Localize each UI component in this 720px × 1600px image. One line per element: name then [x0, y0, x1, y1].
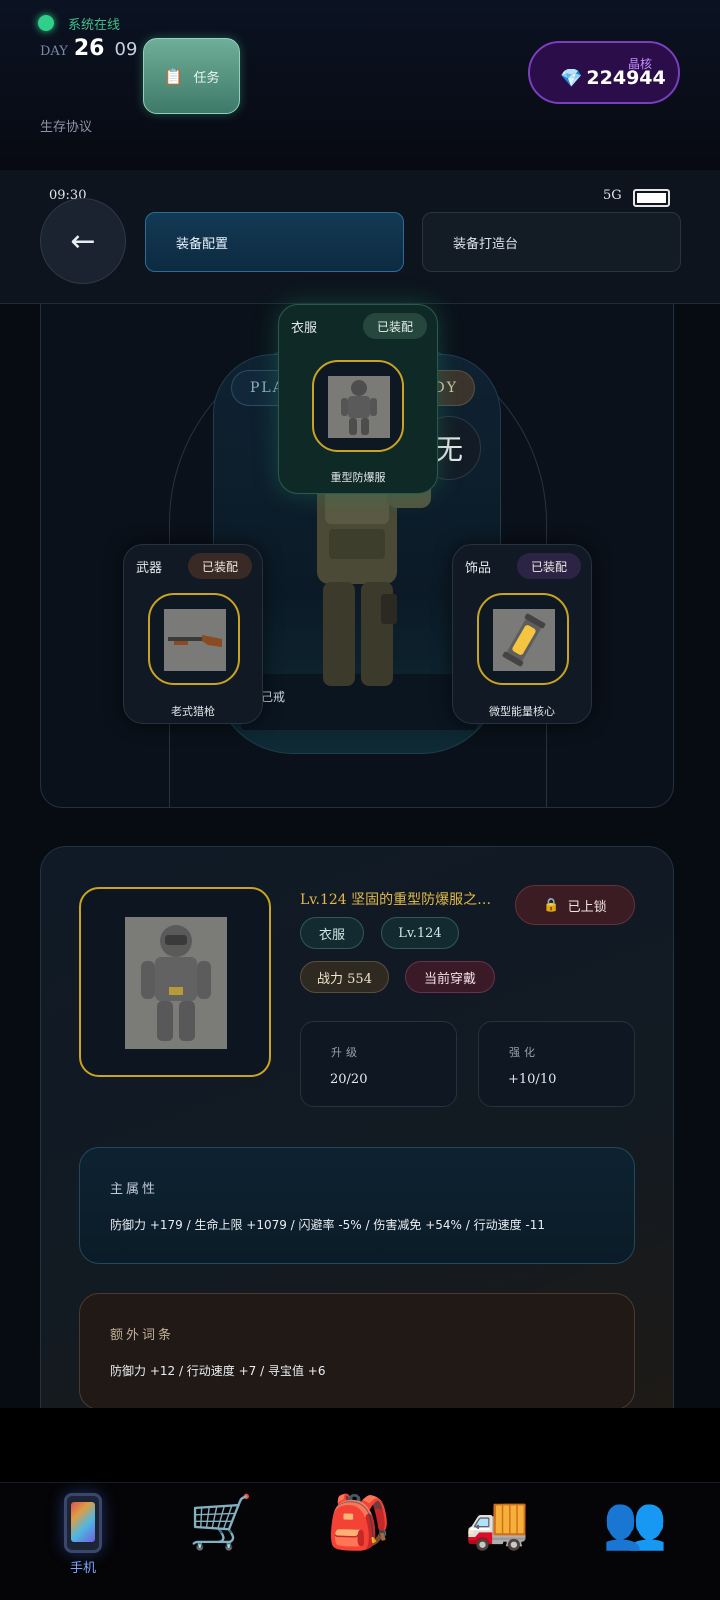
weapon-item-frame: [148, 593, 240, 685]
weapon-slot-card[interactable]: 武器 已装配 老式猎枪: [123, 544, 263, 724]
accessory-slot-card[interactable]: 饰品 已装配 微型能量核心: [452, 544, 592, 724]
battery-fill: [637, 193, 666, 203]
ring-slot-label: 己戒: [261, 690, 286, 704]
task-button[interactable]: 📋 任务: [143, 38, 240, 114]
accessory-item-frame: [477, 593, 569, 685]
lock-button[interactable]: 🔒 已上锁: [515, 885, 635, 925]
diamond-icon: 💎: [560, 67, 583, 89]
clothes-item-frame: [312, 360, 404, 452]
battery-icon: [633, 189, 670, 207]
survival-protocol-label: 生存协议: [40, 120, 93, 135]
clothes-slot-title: 衣服: [291, 321, 318, 336]
back-button[interactable]: ←: [40, 198, 126, 284]
network-indicator: 5G: [603, 188, 622, 203]
people-icon: 👥: [602, 1493, 668, 1553]
weapon-item-name: 老式猎枪: [171, 705, 215, 718]
accessory-item-name: 微型能量核心: [489, 705, 555, 718]
item-detail-panel: Lv.124 坚固的重型防爆服之… 🔒 已上锁 衣服 Lv.124 战力 554…: [40, 846, 674, 1416]
main-attributes-text: 防御力 +179 / 生命上限 +1079 / 闪避率 -5% / 伤害减免 +…: [110, 1218, 546, 1232]
clipboard-icon: 📋: [163, 66, 184, 86]
nav-item-backpack[interactable]: 🎒: [314, 1493, 404, 1553]
clothes-slot-card[interactable]: 衣服 已装配 重型防爆服: [278, 304, 438, 494]
nav-item-shop[interactable]: 🛒: [176, 1493, 266, 1553]
day-sub-number: 09: [114, 39, 138, 60]
clothes-item-name: 重型防爆服: [330, 471, 386, 484]
sub-header: 09:30 5G ← 装备配置 装备打造台: [0, 170, 720, 304]
backpack-icon: 🎒: [326, 1493, 392, 1553]
enhance-label: 强化: [509, 1046, 539, 1059]
character-figure: [317, 474, 431, 686]
bomb-suit-large-icon: [125, 917, 227, 1049]
top-status-area: 系统在线 DAY 26 09 生存协议 📋 任务 晶核 💎 224944: [0, 0, 720, 170]
bomb-suit-icon: [328, 376, 390, 438]
energy-core-icon: [493, 609, 555, 671]
weapon-slot-title: 武器: [136, 561, 163, 576]
upgrade-value: 20/20: [330, 1072, 368, 1087]
item-type-chip: 衣服: [300, 917, 364, 949]
lock-icon: 🔒: [543, 897, 560, 913]
shotgun-icon: [164, 609, 226, 671]
enhance-value: +10/10: [508, 1072, 557, 1087]
tab-equipment-config[interactable]: 装备配置: [145, 212, 404, 272]
item-preview-frame: [79, 887, 271, 1077]
day-counter: DAY 26 09: [40, 36, 137, 61]
item-title: Lv.124 坚固的重型防爆服之…: [300, 892, 490, 908]
online-status-text: 系统在线: [68, 18, 121, 33]
currency-display[interactable]: 晶核 💎 224944: [528, 41, 680, 104]
cart-icon: 🛒: [188, 1493, 254, 1553]
nav-item-transport[interactable]: 🚚: [452, 1493, 542, 1553]
lock-button-label: 已上锁: [567, 899, 607, 915]
extra-attributes-title: 额外词条: [110, 1328, 175, 1343]
online-status-dot: [38, 15, 54, 31]
back-arrow-icon: ←: [70, 223, 96, 259]
item-level-chip: Lv.124: [381, 917, 459, 949]
task-button-label: 任务: [193, 70, 220, 86]
bottom-spacer: [0, 1408, 720, 1482]
bottom-navigation: 手机 🛒 🎒 🚚 👥: [0, 1482, 720, 1600]
upgrade-stat-box[interactable]: 升级 20/20: [300, 1021, 457, 1107]
power-chip: 战力 554: [300, 961, 389, 993]
extra-attributes-box: 额外词条 防御力 +12 / 行动速度 +7 / 寻宝值 +6: [79, 1293, 635, 1410]
upgrade-label: 升级: [331, 1046, 361, 1059]
day-number: 26: [73, 36, 105, 61]
truck-icon: 🚚: [464, 1493, 530, 1553]
clothes-equipped-badge: 已装配: [362, 313, 427, 339]
tab-equipment-forge[interactable]: 装备打造台: [422, 212, 681, 272]
accessory-equipped-badge: 已装配: [516, 553, 581, 579]
main-attributes-box: 主属性 防御力 +179 / 生命上限 +1079 / 闪避率 -5% / 伤害…: [79, 1147, 635, 1264]
accessory-slot-title: 饰品: [465, 561, 492, 576]
day-label: DAY: [40, 44, 68, 59]
extra-attributes-text: 防御力 +12 / 行动速度 +7 / 寻宝值 +6: [110, 1364, 326, 1378]
currency-value-row: 💎 224944: [560, 67, 666, 89]
main-attributes-title: 主属性: [110, 1182, 159, 1197]
enhance-stat-box[interactable]: 强化 +10/10: [478, 1021, 635, 1107]
weapon-equipped-badge: 已装配: [187, 553, 252, 579]
nav-item-social[interactable]: 👥: [590, 1493, 680, 1553]
phone-icon: [64, 1493, 102, 1553]
currently-wearing-chip: 当前穿戴: [405, 961, 495, 993]
nav-phone-label: 手机: [69, 1561, 96, 1576]
nav-item-phone[interactable]: 手机: [38, 1493, 128, 1576]
currency-value: 224944: [586, 67, 666, 89]
